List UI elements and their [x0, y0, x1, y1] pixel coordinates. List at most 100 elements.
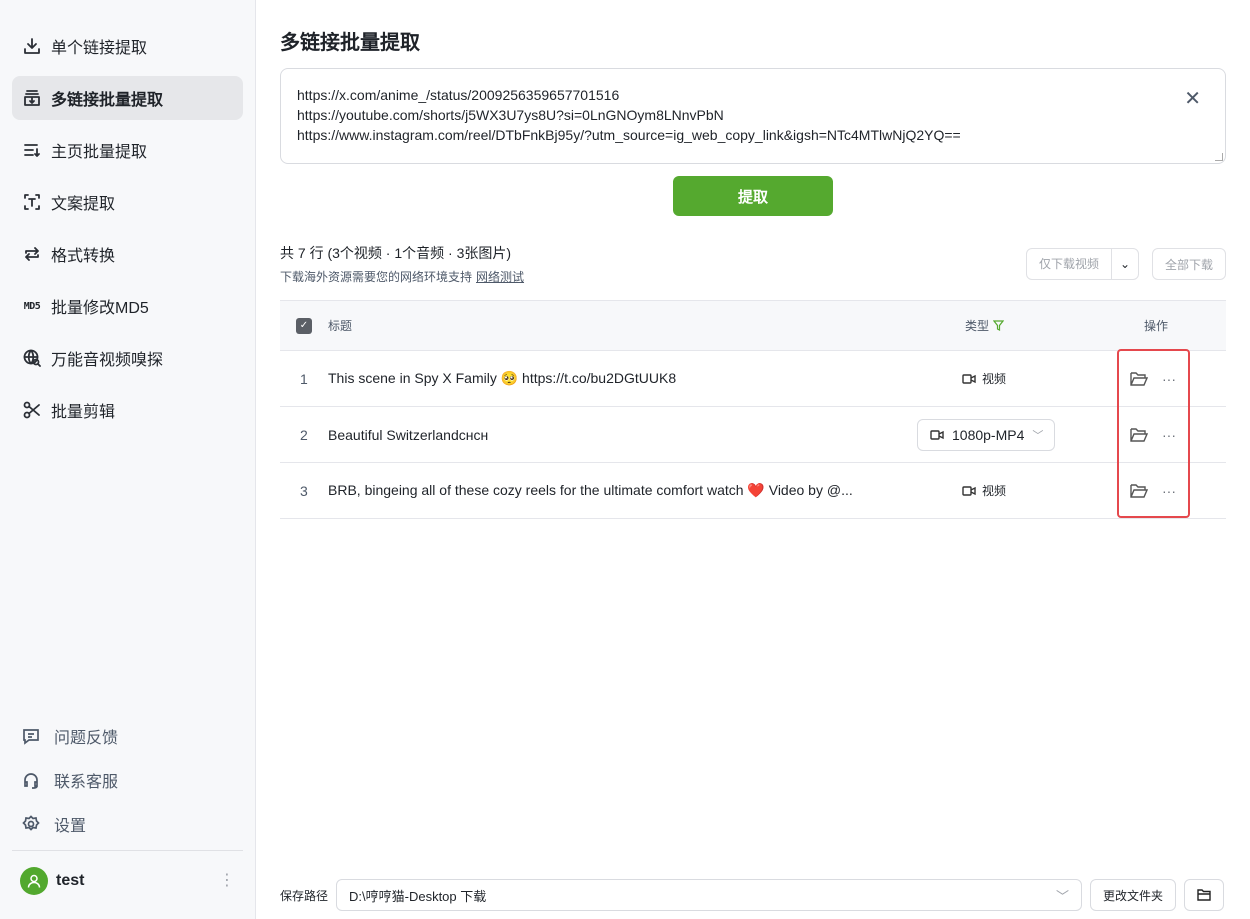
video-icon — [962, 373, 976, 384]
scissors-icon — [23, 401, 41, 419]
md5-icon: MD5 — [23, 300, 41, 312]
row-actions: ··· — [1130, 427, 1176, 443]
save-path-label: 保存路径 — [280, 888, 329, 903]
network-hint: 下载海外资源需要您的网络环境支持 网络测试 — [280, 268, 524, 285]
links-textarea[interactable]: https://x.com/anime_/status/200925635965… — [280, 68, 1226, 164]
link-line: https://www.instagram.com/reel/DTbFnkBj9… — [297, 127, 961, 143]
network-test-link[interactable]: 网络测试 — [476, 270, 524, 284]
video-only-split-button: 仅下载视频 ⌄ — [1026, 248, 1140, 280]
list-download-icon — [23, 141, 41, 159]
headset-icon — [24, 773, 38, 789]
sidebar-item-label: 多链接批量提取 — [51, 92, 164, 109]
main-panel: 多链接批量提取 https://x.com/anime_/status/2009… — [257, 0, 1250, 919]
header-title: 标题 — [328, 319, 353, 333]
sidebar-item-label: 格式转换 — [51, 248, 116, 265]
row-index: 1 — [300, 370, 308, 387]
more-icon[interactable]: ··· — [1162, 427, 1176, 443]
save-path-select[interactable]: D:\哼哼猫-Desktop 下载 ﹀ — [336, 879, 1083, 911]
row-actions: ··· — [1130, 483, 1176, 499]
sidebar-item-md5[interactable]: MD5 批量修改MD5 — [12, 284, 243, 328]
results-table: ✓ 标题 类型 操作 1 This scene in Spy X Family … — [280, 300, 1226, 519]
sidebar-item-label: 批量修改MD5 — [51, 300, 149, 317]
chat-icon — [23, 729, 39, 745]
page-title: 多链接批量提取 — [280, 32, 420, 54]
download-all-button[interactable]: 全部下载 — [1152, 248, 1226, 280]
user-icon — [27, 874, 41, 888]
support-label: 联系客服 — [54, 774, 119, 791]
sidebar-item-single-link[interactable]: 单个链接提取 — [12, 24, 243, 68]
resize-handle[interactable] — [1215, 153, 1223, 161]
feedback-label: 问题反馈 — [54, 730, 119, 747]
open-folder-button[interactable] — [1184, 879, 1225, 911]
type-label: 视频 — [982, 484, 1007, 498]
row-actions: ··· — [1130, 371, 1176, 387]
gear-icon — [22, 815, 40, 831]
sidebar-item-support[interactable]: 联系客服 — [22, 768, 118, 792]
table-row[interactable]: 3 BRB, bingeing all of these cozy reels … — [280, 463, 1226, 519]
format-select[interactable]: 1080p-MP4 ﹀ — [917, 418, 1055, 451]
more-icon[interactable]: ··· — [1162, 371, 1176, 387]
sidebar-item-batch-links[interactable]: 多链接批量提取 — [12, 76, 243, 120]
header-actions: 操作 — [1144, 319, 1169, 333]
globe-search-icon — [23, 349, 41, 367]
save-path-value: D:\哼哼猫-Desktop 下载 — [349, 888, 487, 904]
user-name: test — [56, 872, 85, 889]
batch-download-icon — [23, 89, 41, 107]
sidebar-item-sniffer[interactable]: 万能音视频嗅探 — [12, 336, 243, 380]
folder-open-icon[interactable] — [1130, 371, 1148, 387]
extract-button[interactable]: 提取 — [673, 176, 833, 216]
video-only-download-button[interactable]: 仅下载视频 — [1027, 249, 1111, 279]
row-type: 视频 — [962, 482, 1006, 499]
user-profile[interactable]: test ⋮ — [20, 867, 235, 895]
sidebar-item-batch-edit[interactable]: 批量剪辑 — [12, 388, 243, 432]
row-index: 3 — [300, 482, 308, 499]
sidebar-item-label: 主页批量提取 — [51, 144, 148, 161]
avatar — [20, 867, 48, 895]
clear-icon[interactable]: ✕ — [1184, 89, 1201, 109]
convert-icon — [23, 245, 41, 263]
change-folder-button[interactable]: 更改文件夹 — [1090, 879, 1177, 911]
save-path-bar: 保存路径 D:\哼哼猫-Desktop 下载 ﹀ 更改文件夹 — [280, 879, 1226, 911]
sidebar-item-label: 万能音视频嗅探 — [51, 352, 164, 369]
row-type: 视频 — [962, 370, 1006, 387]
divider — [12, 850, 243, 851]
folder-icon — [1197, 889, 1211, 901]
chevron-down-icon[interactable]: ⌄ — [1111, 249, 1138, 279]
sidebar-item-label: 单个链接提取 — [51, 40, 148, 57]
row-index: 2 — [300, 426, 308, 443]
header-type-label: 类型 — [965, 319, 990, 333]
sidebar-item-label: 文案提取 — [51, 196, 116, 213]
table-header: ✓ 标题 类型 操作 — [280, 300, 1226, 351]
download-icon — [23, 37, 41, 55]
sidebar-item-text-extract[interactable]: 文案提取 — [12, 180, 243, 224]
table-row[interactable]: 2 Beautiful Switzerlandснсн 1080p-MP4 ﹀ ·… — [280, 407, 1226, 463]
more-vertical-icon[interactable]: ⋮ — [219, 873, 235, 889]
table-row[interactable]: 1 This scene in Spy X Family 🥺 https://t… — [280, 351, 1226, 407]
sidebar-item-settings[interactable]: 设置 — [22, 812, 86, 836]
hint-text: 下载海外资源需要您的网络环境支持 — [280, 270, 473, 284]
filter-icon[interactable] — [993, 320, 1005, 331]
type-label: 视频 — [982, 372, 1007, 386]
link-line: https://x.com/anime_/status/200925635965… — [297, 87, 620, 103]
sidebar-item-feedback[interactable]: 问题反馈 — [22, 724, 118, 748]
header-type[interactable]: 类型 — [965, 317, 1005, 334]
chevron-down-icon: ﹀ — [1032, 429, 1044, 442]
text-scan-icon — [23, 193, 41, 211]
link-line: https://youtube.com/shorts/j5WX3U7ys8U?s… — [297, 107, 724, 123]
sidebar-item-format-convert[interactable]: 格式转换 — [12, 232, 243, 276]
video-icon — [962, 485, 976, 496]
row-title: Beautiful Switzerlandснсн — [328, 426, 489, 443]
sidebar: 单个链接提取 多链接批量提取 主页批量提取 文案提取 格式转换 MD5 批量修改M… — [0, 0, 256, 919]
result-summary: 共 7 行 (3个视频 · 1个音频 · 3张图片) — [280, 245, 512, 261]
more-icon[interactable]: ··· — [1162, 483, 1176, 499]
video-icon — [930, 429, 944, 440]
folder-open-icon[interactable] — [1130, 427, 1148, 443]
sidebar-item-homepage-batch[interactable]: 主页批量提取 — [12, 128, 243, 172]
row-title: This scene in Spy X Family 🥺 https://t.c… — [328, 370, 677, 386]
select-all-checkbox[interactable]: ✓ — [296, 317, 312, 334]
folder-open-icon[interactable] — [1130, 483, 1148, 499]
row-title: BRB, bingeing all of these cozy reels fo… — [328, 482, 853, 498]
chevron-down-icon: ﹀ — [1056, 888, 1070, 904]
sidebar-item-label: 批量剪辑 — [51, 404, 116, 421]
settings-label: 设置 — [54, 818, 87, 835]
